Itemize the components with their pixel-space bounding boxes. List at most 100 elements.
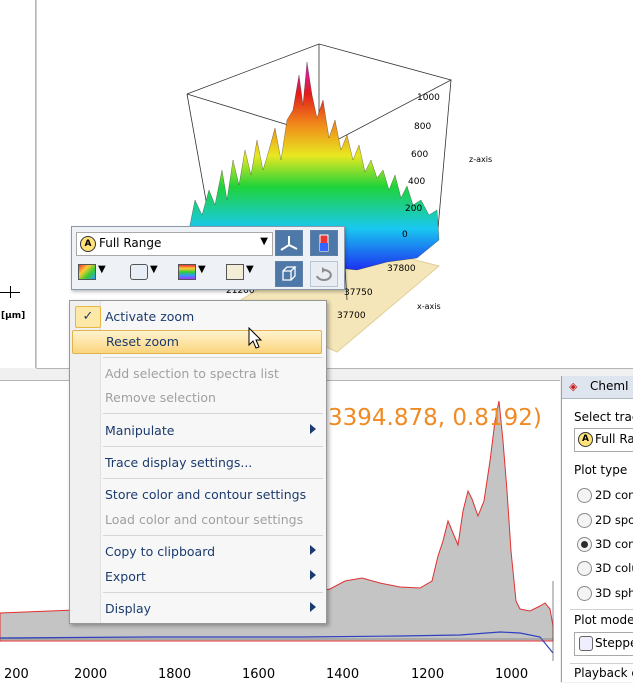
radio-2d-contour[interactable] xyxy=(577,488,592,503)
menu-item-display[interactable]: Display xyxy=(72,598,322,620)
menu-separator xyxy=(103,446,323,447)
radio-label: 2D spot xyxy=(595,513,633,527)
menu-item-label: Remove selection xyxy=(105,390,216,405)
axes-button[interactable] xyxy=(275,230,303,256)
label-dropdown[interactable]: ▼ xyxy=(224,261,258,283)
x-tick: 1400 xyxy=(326,667,360,682)
menu-item-export[interactable]: Export xyxy=(72,566,322,588)
plot-mode-label: Plot mode xyxy=(574,613,633,627)
stepper-icon xyxy=(579,636,593,651)
colorbar-button[interactable] xyxy=(310,230,338,256)
trace-select[interactable]: A Full Ran xyxy=(574,428,633,452)
x-tick: 37800 xyxy=(387,264,416,274)
menu-separator xyxy=(103,478,323,479)
radio-3d-sphere[interactable] xyxy=(577,586,592,601)
cube-view-button[interactable] xyxy=(275,261,303,287)
radio-label: 3D colu xyxy=(595,561,633,575)
z-tick: 800 xyxy=(414,122,432,132)
rotate-button[interactable] xyxy=(310,261,338,287)
chemi-panel: ◈ ChemI Select trac A Full Ran Plot type… xyxy=(561,376,633,682)
range-select[interactable]: A Full Range ▼ xyxy=(76,232,273,256)
z-tick: 1000 xyxy=(417,93,440,103)
menu-item-activate-zoom[interactable]: ✓ Activate zoom xyxy=(72,306,322,328)
check-icon: ✓ xyxy=(75,306,101,328)
menu-separator xyxy=(103,535,323,536)
x-tick: 2000 xyxy=(74,667,108,682)
dropdown-arrow-icon: ▼ xyxy=(260,236,268,247)
spot-dropdown[interactable]: ▼ xyxy=(128,261,162,283)
submenu-arrow-icon xyxy=(310,602,316,612)
x-tick: 1200 xyxy=(411,667,445,682)
z-tick: 200 xyxy=(405,204,423,214)
radio-2d-spot[interactable] xyxy=(577,513,592,528)
menu-item-label: Trace display settings... xyxy=(105,455,253,470)
x-tick: 200 xyxy=(4,667,29,682)
colorbar-icon xyxy=(319,234,329,252)
select-trace-label: Select trac xyxy=(574,410,633,424)
menu-item-trace-display-settings[interactable]: Trace display settings... xyxy=(72,452,322,474)
rotate-icon xyxy=(316,267,332,281)
menu-separator xyxy=(103,357,323,358)
submenu-arrow-icon xyxy=(310,424,316,434)
radio-label: 3D cont xyxy=(595,537,633,551)
color-palette-icon xyxy=(178,264,196,280)
panel-header[interactable]: ◈ ChemI xyxy=(562,376,633,399)
range-select-value: Full Range xyxy=(99,236,162,250)
menu-item-add-selection[interactable]: Add selection to spectra list xyxy=(72,363,322,385)
menu-item-store-color-settings[interactable]: Store color and contour settings xyxy=(72,484,322,506)
axes-icon xyxy=(280,236,298,251)
x-tick: 1600 xyxy=(242,667,276,682)
x-tick: 37700 xyxy=(337,311,366,321)
color-palette-dropdown[interactable]: ▼ xyxy=(176,261,210,283)
menu-separator xyxy=(103,413,323,414)
plot-toolbar: A Full Range ▼ ▼ ▼ ▼ ▼ xyxy=(71,226,345,290)
submenu-arrow-icon xyxy=(310,570,316,580)
dropdown-arrow-icon: ▼ xyxy=(98,264,106,275)
menu-item-label: Store color and contour settings xyxy=(105,487,307,502)
menu-item-copy-to-clipboard[interactable]: Copy to clipboard xyxy=(72,541,322,563)
radio-label: 2D cont xyxy=(595,488,633,502)
x-tick: 37750 xyxy=(344,288,373,298)
menu-item-manipulate[interactable]: Manipulate xyxy=(72,420,322,442)
menu-item-label: Export xyxy=(105,569,146,584)
z-axis-label: z-axis xyxy=(469,155,493,164)
label-icon xyxy=(226,264,244,280)
menu-item-label: Load color and contour settings xyxy=(105,512,304,527)
radio-label: 3D sphe xyxy=(595,586,633,600)
plot-mode-select[interactable]: Steppe xyxy=(574,632,633,656)
spot-icon xyxy=(130,264,148,280)
x-axis-label: x-axis xyxy=(417,302,441,311)
dropdown-arrow-icon: ▼ xyxy=(198,264,206,275)
z-tick: 0 xyxy=(402,230,408,240)
x-tick: 1000 xyxy=(495,667,529,682)
menu-item-label: Reset zoom xyxy=(106,334,179,349)
plot-mode-value: Steppe xyxy=(595,636,633,650)
menu-item-reset-zoom[interactable]: Reset zoom xyxy=(72,330,322,354)
menu-item-label: Add selection to spectra list xyxy=(105,366,279,381)
surface-plot-dropdown[interactable]: ▼ xyxy=(76,261,110,283)
trace-select-value: Full Ran xyxy=(595,432,633,446)
menu-item-label: Activate zoom xyxy=(105,309,195,324)
radio-3d-contour[interactable] xyxy=(577,537,592,552)
radio-3d-column[interactable] xyxy=(577,561,592,576)
dropdown-arrow-icon: ▼ xyxy=(246,264,254,275)
submenu-arrow-icon xyxy=(310,545,316,555)
z-tick: 400 xyxy=(408,177,426,187)
z-tick: 600 xyxy=(411,150,429,160)
divider xyxy=(570,609,633,610)
menu-item-remove-selection[interactable]: Remove selection xyxy=(72,387,322,409)
context-menu: ✓ Activate zoom Reset zoom Add selection… xyxy=(69,300,327,624)
dropdown-arrow-icon: ▼ xyxy=(150,264,158,275)
menu-item-label: Manipulate xyxy=(105,423,175,438)
menu-item-label: Copy to clipboard xyxy=(105,544,216,559)
x-tick: 1800 xyxy=(158,667,192,682)
cube-view-icon xyxy=(282,266,297,281)
trace-icon: A xyxy=(578,432,593,447)
axis-unit-label: [µm] xyxy=(1,311,26,321)
menu-item-label: Display xyxy=(105,601,152,616)
divider xyxy=(570,663,633,664)
panel-title: ChemI xyxy=(590,379,629,393)
left-image-pane: [µm] xyxy=(0,0,36,368)
menu-item-load-color-settings[interactable]: Load color and contour settings xyxy=(72,509,322,531)
playback-label: Playback co xyxy=(574,666,633,680)
